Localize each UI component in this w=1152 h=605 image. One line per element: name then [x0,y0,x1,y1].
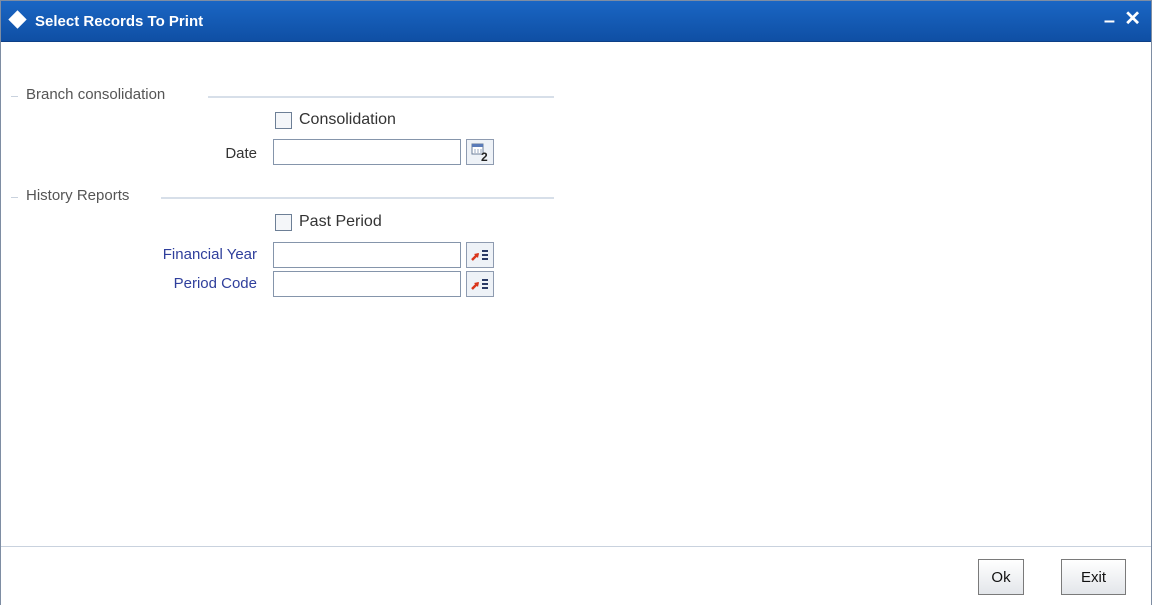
list-of-values-icon [471,250,488,261]
period-code-lov-button[interactable] [466,271,494,297]
exit-button[interactable]: Exit [1061,559,1126,595]
financial-year-lov-button[interactable] [466,242,494,268]
section-heading: History Reports [26,187,130,204]
calendar-button[interactable]: 2 [466,139,494,165]
branch-consolidation-section: Branch consolidation [1,86,561,106]
past-period-label: Past Period [299,213,382,230]
period-code-field[interactable] [273,271,461,297]
svg-text:2: 2 [481,150,488,164]
close-button[interactable]: ✕ [1124,7,1141,31]
financial-year-label: Financial Year [162,246,257,263]
ok-button[interactable]: Ok [978,559,1024,595]
diamond-icon [8,10,27,29]
dialog-window: Select Records To Print – ✕ Branch conso… [0,0,1152,605]
minimize-button[interactable]: – [1104,9,1115,33]
section-divider [161,197,554,199]
dialog-footer: Ok Exit [1,546,1151,605]
history-reports-section: History Reports [1,187,561,207]
section-heading: Branch consolidation [26,86,166,103]
financial-year-field[interactable] [273,242,461,268]
calendar-icon: 2 [471,143,488,164]
period-code-label: Period Code [173,275,257,292]
window-title: Select Records To Print [35,13,204,30]
section-dash [11,96,18,97]
section-divider [208,96,554,98]
consolidation-checkbox[interactable] [275,112,292,129]
date-label: Date [225,145,257,162]
consolidation-label: Consolidation [299,111,396,128]
date-field[interactable] [273,139,461,165]
title-bar[interactable]: Select Records To Print – ✕ [1,1,1151,42]
past-period-checkbox[interactable] [275,214,292,231]
list-of-values-icon [471,279,488,290]
section-dash [11,197,18,198]
